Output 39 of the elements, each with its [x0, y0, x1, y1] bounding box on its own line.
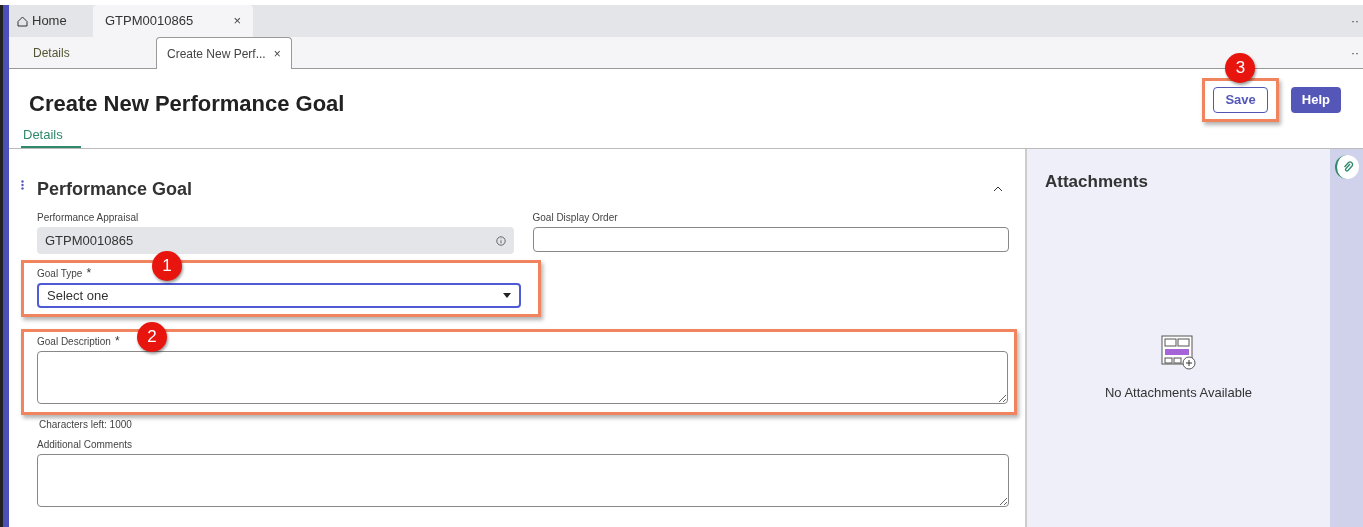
readonly-field: GTPM0010865 [37, 227, 514, 254]
more-icon[interactable]: ·· [1351, 12, 1363, 30]
callout-number: 2 [137, 322, 167, 352]
field-label: Goal Description [37, 334, 111, 349]
textarea-field[interactable] [37, 351, 1008, 404]
section-title: Performance Goal [37, 177, 194, 201]
field-label: Performance Appraisal [37, 210, 139, 225]
paperclip-button[interactable] [1334, 155, 1359, 179]
app-tab[interactable]: GTPM0010865 × [93, 5, 253, 37]
callout-number: 1 [152, 251, 182, 281]
app-tab[interactable]: Home [13, 5, 93, 37]
character-counter: Characters left: 1000 [38, 418, 133, 432]
form-tab[interactable]: Details [21, 124, 81, 148]
sub-tab[interactable]: Details [23, 37, 156, 68]
caret-icon [503, 293, 511, 298]
callout-number: 3 [1225, 53, 1256, 83]
select-dropdown[interactable]: Select one [37, 283, 521, 308]
field-label: Goal Type [37, 266, 83, 281]
textarea-field[interactable] [37, 454, 1009, 507]
sub-tab[interactable]: Create New Perf... × [156, 37, 292, 69]
required-mark: * [86, 267, 92, 279]
paperclip-icon [1341, 161, 1354, 173]
close-icon[interactable]: × [273, 44, 281, 63]
empty-gallery-icon [1160, 334, 1197, 371]
help-button[interactable]: Help [1290, 87, 1341, 113]
attachments-title: Attachments [1045, 171, 1149, 193]
input-field[interactable] [532, 227, 1009, 252]
more-icon[interactable]: ·· [1351, 43, 1363, 62]
close-icon[interactable]: × [233, 11, 241, 31]
info-icon [495, 235, 506, 246]
drag-handle-icon[interactable] [21, 180, 24, 190]
page-title: Create New Performance Goal [29, 89, 346, 118]
required-mark: * [114, 335, 120, 347]
save-button[interactable]: Save [1213, 87, 1268, 113]
field-label: Additional Comments [37, 437, 133, 452]
field-label: Goal Display Order [532, 210, 618, 225]
chevron-up-icon[interactable] [993, 186, 1003, 192]
empty-message: No Attachments Available [1104, 383, 1253, 402]
home-icon [17, 15, 28, 27]
